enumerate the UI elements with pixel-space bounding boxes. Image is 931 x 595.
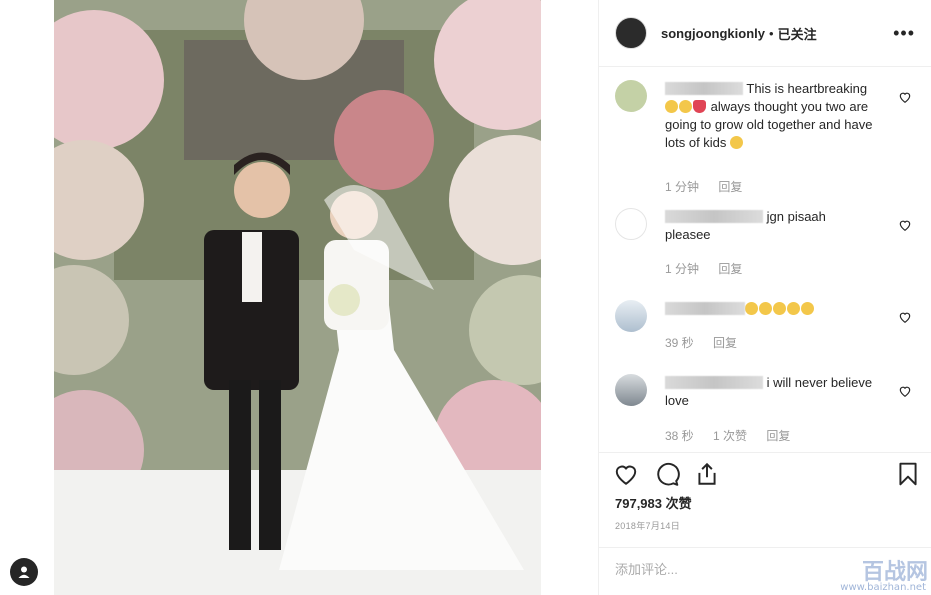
- blurred-username: [665, 82, 743, 95]
- crying-emoji-icon: [787, 302, 800, 315]
- wedding-photo-art: [54, 0, 541, 595]
- reply-button[interactable]: 回复: [713, 336, 737, 350]
- crying-emoji-icon: [745, 302, 758, 315]
- commenter-avatar[interactable]: [615, 80, 647, 112]
- commenter-avatar[interactable]: [615, 374, 647, 406]
- commenter-avatar[interactable]: [615, 208, 647, 240]
- comment-time: 38 秒: [665, 429, 694, 443]
- comment-icon[interactable]: [654, 461, 680, 487]
- watermark-url: www.baizhan.net: [840, 582, 926, 593]
- comment-item: 39 秒 回复: [615, 300, 920, 355]
- comment-like-heart-icon[interactable]: [898, 310, 912, 324]
- author-avatar[interactable]: [615, 17, 647, 49]
- post-header: songjoongkionly • 已关注 •••: [599, 0, 931, 67]
- comment-time: 1 分钟: [665, 180, 700, 194]
- reply-button[interactable]: 回复: [718, 180, 742, 194]
- user-tag-icon: [18, 566, 30, 578]
- photo-area: [0, 0, 598, 595]
- follow-status-button[interactable]: 已关注: [778, 24, 817, 43]
- more-options-icon[interactable]: •••: [893, 23, 915, 44]
- reply-button[interactable]: 回复: [718, 262, 742, 276]
- comment-body: jgn pisaah pleasee: [665, 208, 890, 244]
- crying-emoji-icon: [730, 136, 744, 149]
- crying-emoji-icon: [801, 302, 814, 315]
- comment-text: jgn pisaah: [766, 209, 826, 224]
- bookmark-icon[interactable]: [895, 461, 921, 487]
- heart-icon[interactable]: [613, 461, 639, 487]
- reply-button[interactable]: 回复: [766, 429, 790, 443]
- comment-like-count[interactable]: 1 次赞: [713, 429, 747, 443]
- comment-item: jgn pisaah pleasee 1 分钟 回复: [615, 208, 920, 280]
- comment-text: i will never believe: [766, 375, 873, 390]
- crying-emoji-icon: [679, 100, 692, 113]
- blurred-username: [665, 376, 763, 389]
- blurred-username: [665, 210, 763, 223]
- broken-heart-emoji-icon: [693, 100, 706, 113]
- share-icon[interactable]: [694, 461, 720, 487]
- commenter-avatar[interactable]: [615, 300, 647, 332]
- like-count[interactable]: 797,983 次赞: [615, 493, 692, 512]
- comment-meta: 1 分钟 回复: [665, 178, 758, 195]
- comment-body: i will never believe love: [665, 374, 890, 410]
- user-tag-button[interactable]: [10, 558, 38, 586]
- comment-meta: 1 分钟 回复: [665, 260, 758, 277]
- post-photo[interactable]: [54, 0, 541, 595]
- comment-like-heart-icon[interactable]: [898, 384, 912, 398]
- post-actions: 797,983 次赞 2018年7月14日: [599, 452, 931, 547]
- post-side-panel: songjoongkionly • 已关注 ••• This is heartb…: [598, 0, 931, 595]
- comment-body: This is heartbreaking always thought you…: [665, 80, 890, 152]
- comment-text-continued: pleasee: [665, 227, 711, 242]
- crying-emoji-icon: [665, 100, 678, 113]
- comment-meta: 38 秒 1 次赞 回复: [665, 427, 806, 444]
- comment-body: [665, 300, 890, 318]
- crying-emoji-icon: [773, 302, 786, 315]
- add-comment-input[interactable]: [615, 562, 815, 577]
- comment-text: This is heartbreaking: [746, 81, 868, 96]
- crying-emoji-icon: [759, 302, 772, 315]
- comment-time: 1 分钟: [665, 262, 700, 276]
- author-username[interactable]: songjoongkionly: [661, 26, 765, 41]
- comment-like-heart-icon[interactable]: [898, 90, 912, 104]
- comment-like-heart-icon[interactable]: [898, 218, 912, 232]
- add-comment-bar: 百战网 www.baizhan.net: [599, 547, 931, 595]
- comments-list: This is heartbreaking always thought you…: [599, 68, 931, 452]
- comment-time: 39 秒: [665, 336, 694, 350]
- post-date: 2018年7月14日: [615, 521, 681, 531]
- header-separator: •: [769, 25, 774, 41]
- comment-meta: 39 秒 回复: [665, 334, 753, 351]
- blurred-username: [665, 302, 745, 315]
- comment-item: This is heartbreaking always thought you…: [615, 80, 920, 194]
- comment-item: i will never believe love 38 秒 1 次赞 回复: [615, 374, 920, 448]
- comment-text-continued: love: [665, 393, 689, 408]
